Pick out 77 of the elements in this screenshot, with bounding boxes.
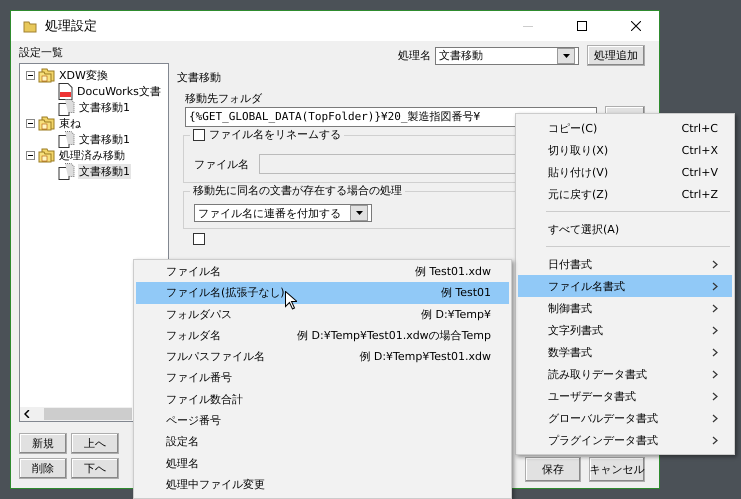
menu-item[interactable]: すべて選択(A) bbox=[518, 218, 732, 240]
chevron-icon bbox=[712, 348, 718, 356]
dropdown-arrow-icon bbox=[356, 211, 362, 215]
menu-item[interactable]: ファイル数合計 bbox=[136, 388, 509, 410]
folder-icon bbox=[23, 19, 37, 33]
menu-item[interactable]: 貼り付け(V) Ctrl+V bbox=[518, 161, 732, 183]
chevron-icon bbox=[712, 326, 718, 334]
menu-item[interactable]: 数学書式 bbox=[518, 341, 732, 363]
footer-button[interactable]: キャンセル bbox=[589, 457, 645, 482]
menu-item[interactable]: ファイル名(拡張子なし) 例 Test01 bbox=[136, 282, 509, 304]
maximize-icon[interactable] bbox=[577, 21, 587, 31]
checkbox[interactable] bbox=[193, 128, 205, 140]
tree-item[interactable]: DocuWorks文書 bbox=[76, 84, 162, 98]
list-button[interactable]: 上へ bbox=[71, 433, 119, 454]
menu-item[interactable]: 文字列書式 bbox=[518, 319, 732, 341]
tree-item[interactable]: 束ね bbox=[58, 116, 82, 130]
add-process-button[interactable]: 処理追加 bbox=[587, 45, 645, 66]
process-select[interactable]: 文書移動 bbox=[435, 46, 579, 64]
tree-item[interactable]: 処理済み移動 bbox=[58, 148, 126, 162]
list-label: 設定一覧 bbox=[19, 45, 64, 60]
chevron-icon bbox=[712, 304, 718, 312]
dropdown-arrow-icon bbox=[562, 54, 570, 58]
document-icon bbox=[58, 82, 73, 100]
menu-item[interactable]: ファイル名 例 Test01.xdw bbox=[136, 261, 509, 282]
folder-icon bbox=[38, 148, 55, 162]
close-icon[interactable] bbox=[631, 21, 641, 31]
tree-item[interactable]: 文書移動1 bbox=[78, 132, 131, 146]
document-icon bbox=[58, 162, 75, 180]
document-icon bbox=[58, 130, 75, 148]
folder-label: 移動先フォルダ bbox=[185, 91, 264, 106]
chevron-icon bbox=[712, 370, 718, 378]
menu-item[interactable]: フォルダパス 例 D:¥Temp¥ bbox=[136, 304, 509, 325]
collapse-icon[interactable] bbox=[26, 118, 35, 128]
menu-item[interactable]: 読み取りデータ書式 bbox=[518, 363, 732, 385]
checkbox[interactable] bbox=[193, 233, 205, 245]
menu-item[interactable]: ユーザデータ書式 bbox=[518, 385, 732, 407]
menu-item[interactable]: フォルダ名 例 D:¥Temp¥Test01.xdwの場合Temp bbox=[136, 324, 509, 346]
filename-label: ファイル名 bbox=[194, 156, 249, 172]
menu-item[interactable]: 処理名 bbox=[136, 452, 509, 474]
scrollbar[interactable] bbox=[20, 407, 132, 421]
tree-item[interactable]: 文書移動1 bbox=[78, 100, 131, 114]
menu-item[interactable]: ページ番号 bbox=[136, 410, 509, 432]
collapse-icon[interactable] bbox=[26, 150, 35, 160]
section-title: 文書移動 bbox=[177, 70, 222, 85]
group-title: 移動先に同名の文書が存在する場合の処理 bbox=[193, 183, 402, 198]
document-icon bbox=[58, 98, 75, 116]
chevron-icon bbox=[712, 260, 718, 268]
duplicate-select[interactable]: ファイル名に連番を付加する bbox=[194, 204, 372, 222]
window-title: 処理設定 bbox=[45, 18, 98, 35]
menu-item[interactable]: グローバルデータ書式 bbox=[518, 407, 732, 429]
list-button[interactable]: 削除 bbox=[19, 458, 67, 479]
scroll-left-icon[interactable] bbox=[24, 410, 30, 418]
chevron-icon bbox=[712, 414, 718, 422]
tree-item[interactable]: 文書移動1 bbox=[78, 164, 131, 178]
menu-item[interactable]: ファイル番号 bbox=[136, 367, 509, 389]
folder-icon bbox=[38, 68, 55, 82]
chevron-icon bbox=[712, 436, 718, 444]
list-button[interactable]: 下へ bbox=[71, 458, 119, 479]
checkbox-label: ファイル名をリネームする bbox=[209, 127, 341, 142]
chevron-icon bbox=[712, 282, 718, 290]
menu-item[interactable]: 日付書式 bbox=[518, 253, 732, 275]
menu-item[interactable]: ファイル名書式 bbox=[518, 275, 732, 297]
menu-item[interactable]: プラグインデータ書式 bbox=[518, 429, 732, 451]
menu-item[interactable]: 元に戻す(Z) Ctrl+Z bbox=[518, 183, 732, 205]
menu-item[interactable]: 切り取り(X) Ctrl+X bbox=[518, 139, 732, 161]
cursor-icon bbox=[285, 291, 297, 310]
collapse-icon[interactable] bbox=[26, 70, 35, 80]
process-label: 処理名 bbox=[398, 48, 431, 63]
tree-item[interactable]: XDW変換 bbox=[58, 68, 109, 82]
list-button[interactable]: 新規 bbox=[19, 433, 67, 454]
footer-button[interactable]: 保存 bbox=[525, 457, 581, 482]
menu-item[interactable]: 設定名 bbox=[136, 431, 509, 452]
folder-icon bbox=[38, 116, 55, 130]
menu-item[interactable]: フルパスファイル名 例 D:¥Temp¥Test01.xdw bbox=[136, 346, 509, 368]
chevron-icon bbox=[712, 392, 718, 400]
menu-item[interactable]: 制御書式 bbox=[518, 297, 732, 319]
menu-item[interactable]: 処理中ファイル変更 bbox=[136, 474, 509, 495]
